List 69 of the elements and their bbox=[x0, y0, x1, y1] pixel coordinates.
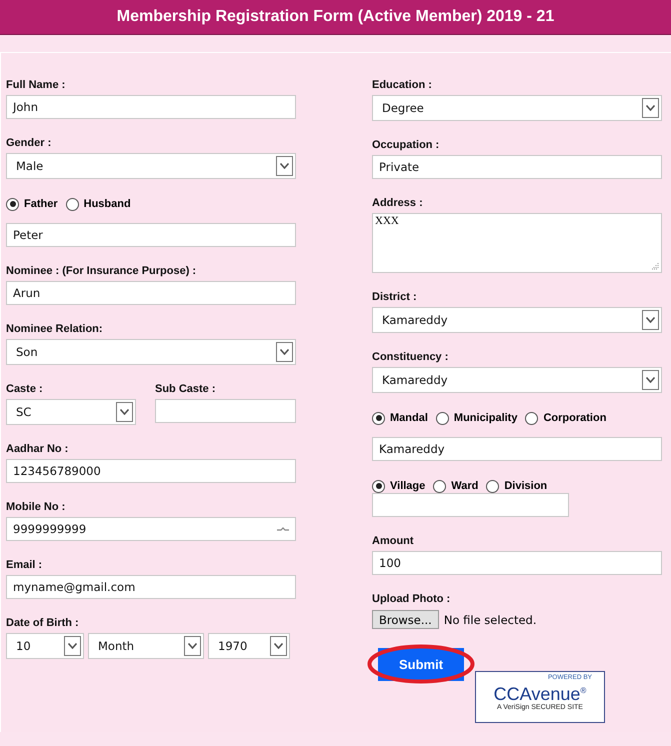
radio-button[interactable] bbox=[372, 480, 385, 492]
radio-label[interactable]: Ward bbox=[451, 480, 478, 492]
input-field[interactable]: Arun bbox=[6, 281, 296, 305]
spinner-icon[interactable] bbox=[277, 527, 289, 531]
radio-label[interactable]: Village bbox=[390, 480, 426, 492]
radio-button[interactable] bbox=[486, 480, 500, 492]
dropdown[interactable]: Month bbox=[88, 633, 204, 659]
field-label: Constituency : bbox=[372, 351, 450, 363]
chevron-icon[interactable] bbox=[270, 636, 287, 656]
input-field[interactable] bbox=[155, 399, 296, 423]
field-label: Date of Birth : bbox=[6, 617, 80, 629]
input-field[interactable] bbox=[372, 493, 569, 517]
file-status: No file selected. bbox=[444, 612, 537, 626]
radio-label[interactable]: Corporation bbox=[543, 412, 606, 424]
form-title: Membership Registration Form (Active Member) 2019 - 21 bbox=[116, 8, 554, 26]
chevron-icon[interactable] bbox=[642, 310, 659, 330]
radio-button[interactable] bbox=[433, 480, 446, 492]
radio-label[interactable]: Husband bbox=[84, 198, 131, 210]
radio-label[interactable]: Mandal bbox=[390, 412, 428, 424]
radio-button[interactable] bbox=[6, 198, 19, 210]
field-label: Address : bbox=[372, 197, 424, 209]
field-label: Amount bbox=[372, 535, 415, 547]
chevron-icon[interactable] bbox=[276, 342, 293, 362]
chevron-icon[interactable] bbox=[642, 370, 659, 390]
chevron-icon[interactable] bbox=[276, 156, 293, 176]
field-label: Mobile No : bbox=[6, 501, 66, 513]
input-field[interactable]: 123456789000 bbox=[6, 459, 296, 483]
input-field[interactable]: myname@gmail.com bbox=[6, 575, 296, 599]
dropdown[interactable]: 1970 bbox=[208, 633, 290, 659]
field-label: Nominee Relation: bbox=[6, 323, 104, 335]
input-field[interactable]: John bbox=[6, 95, 296, 119]
radio-button[interactable] bbox=[436, 412, 449, 424]
chevron-icon[interactable] bbox=[116, 402, 133, 422]
radio-button[interactable] bbox=[372, 412, 385, 424]
radio-label[interactable]: Father bbox=[24, 198, 58, 210]
field-label: Aadhar No : bbox=[6, 443, 70, 455]
browse-button[interactable]: Browse... bbox=[372, 610, 439, 629]
field-label: Nominee : (For Insurance Purpose) : bbox=[6, 265, 198, 277]
field-label: Caste : bbox=[6, 383, 44, 395]
chevron-icon[interactable] bbox=[184, 636, 201, 656]
input-field[interactable]: Peter bbox=[6, 223, 296, 247]
radio-label[interactable]: Division bbox=[504, 480, 548, 492]
field-label: Sub Caste : bbox=[155, 383, 217, 395]
field-label: Upload Photo : bbox=[372, 593, 452, 605]
radio-button[interactable] bbox=[525, 412, 538, 424]
field-label: Gender : bbox=[6, 137, 52, 149]
dropdown[interactable]: SC bbox=[6, 399, 136, 425]
badge-logo-text: CCAvenue$^{®}$ bbox=[494, 683, 586, 704]
field-label: Occupation : bbox=[372, 139, 440, 151]
dropdown[interactable]: Son bbox=[6, 339, 296, 365]
chevron-icon[interactable] bbox=[64, 636, 81, 656]
field-label: District : bbox=[372, 291, 418, 303]
input-field[interactable]: 100 bbox=[372, 551, 662, 575]
chevron-icon[interactable] bbox=[642, 98, 659, 118]
input-field[interactable]: Private bbox=[372, 155, 662, 179]
resize-grip-icon[interactable] bbox=[651, 262, 659, 270]
dropdown[interactable]: Degree bbox=[372, 95, 662, 121]
field-label: Full Name : bbox=[6, 79, 66, 91]
input-field[interactable]: 9999999999 bbox=[6, 517, 296, 541]
dropdown[interactable]: 10 bbox=[6, 633, 84, 659]
dropdown[interactable]: Kamareddy bbox=[372, 307, 662, 333]
field-label: Email : bbox=[6, 559, 44, 571]
radio-button[interactable] bbox=[66, 198, 79, 210]
dropdown[interactable]: Kamareddy bbox=[372, 367, 662, 393]
input-field[interactable]: Kamareddy bbox=[372, 437, 662, 461]
address-textarea[interactable]: XXX bbox=[372, 213, 662, 273]
radio-label[interactable]: Municipality bbox=[454, 412, 518, 424]
field-label: Education : bbox=[372, 79, 433, 91]
dropdown[interactable]: Male bbox=[6, 153, 296, 179]
